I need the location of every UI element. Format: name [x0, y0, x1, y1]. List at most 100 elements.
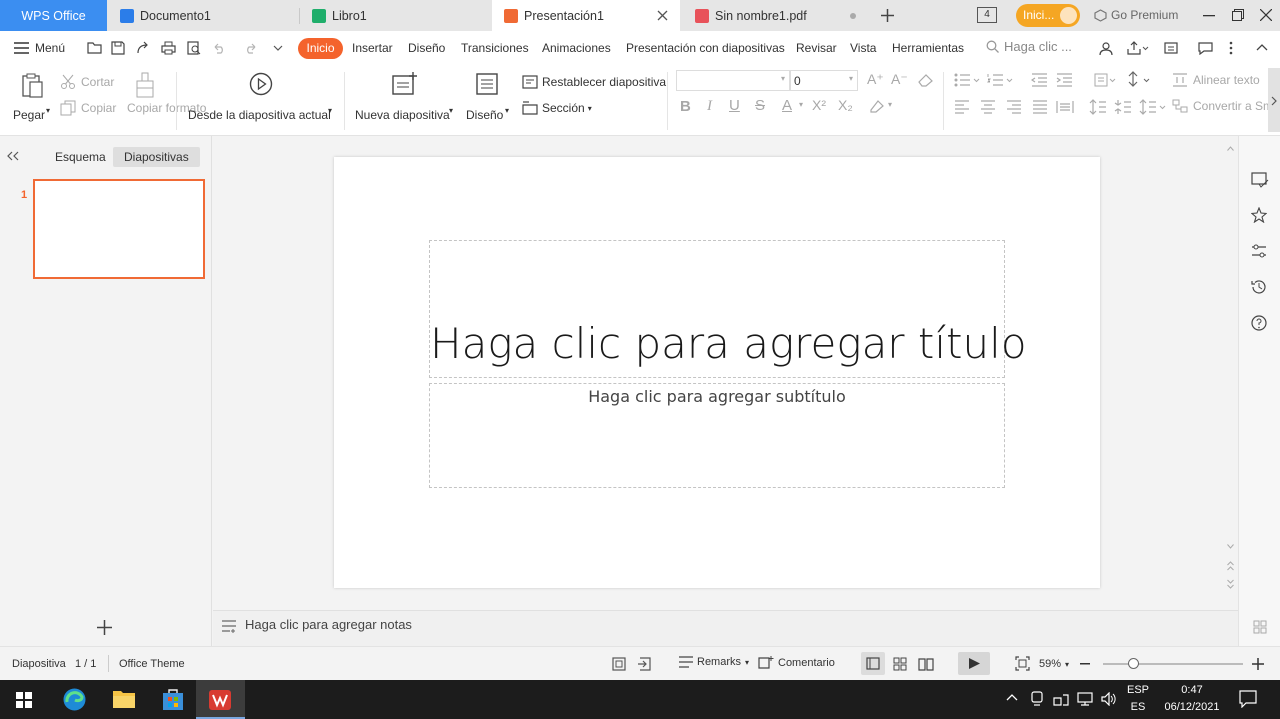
comment-button[interactable]: Comentario [758, 655, 835, 670]
superscript-icon[interactable]: X² [812, 97, 826, 113]
chevron-down-icon[interactable]: ▾ [888, 100, 892, 109]
main-menu-button[interactable]: Menú [14, 41, 65, 55]
add-slide-icon[interactable] [96, 619, 113, 636]
zoom-select[interactable]: 59% ▾ [1039, 658, 1069, 670]
font-color-icon[interactable]: A [782, 97, 792, 114]
cut-button[interactable]: Cortar [60, 74, 114, 90]
clock-date[interactable]: 06/12/2021 [1158, 701, 1226, 713]
settings-sliders-icon[interactable] [1251, 243, 1267, 259]
increase-font-icon[interactable]: A⁺ [867, 71, 884, 88]
previous-slide-icon[interactable] [1227, 560, 1234, 572]
close-tab-icon[interactable] [657, 10, 668, 21]
next-slide-icon[interactable] [1227, 578, 1234, 590]
tab-documento1[interactable]: Documento1 [108, 0, 298, 31]
slide-thumbnail[interactable] [33, 179, 205, 279]
onedrive-icon[interactable] [1053, 692, 1069, 706]
save-icon[interactable] [111, 41, 125, 55]
subtitle-placeholder[interactable]: Haga clic para agregar subtítulo [429, 383, 1005, 488]
language-indicator-bottom[interactable]: ES [1126, 701, 1150, 713]
format-painter-button[interactable]: Copiar formato [124, 72, 206, 132]
clock-time[interactable]: 0:47 [1158, 684, 1226, 696]
close-window-icon[interactable] [1260, 9, 1272, 21]
fit-slide-icon[interactable] [612, 657, 626, 671]
notes-pane[interactable]: Haga clic para agregar notas [213, 610, 1238, 646]
tray-expand-icon[interactable] [1006, 693, 1018, 701]
print-preview-icon[interactable] [187, 41, 201, 55]
collapse-ribbon-icon[interactable] [1256, 43, 1268, 51]
paste-button[interactable]: Pegar ▾ [12, 71, 54, 127]
section-button[interactable]: Sección ▾ [522, 101, 592, 115]
tab-insertar[interactable]: Insertar [352, 41, 393, 55]
remarks-button[interactable]: Remarks ▾ [678, 656, 749, 668]
export-icon[interactable] [136, 41, 150, 55]
share-user-icon[interactable] [1099, 41, 1114, 56]
tab-esquema[interactable]: Esquema [55, 150, 106, 164]
theme-name[interactable]: Office Theme [119, 658, 185, 670]
align-text-button[interactable]: Alinear texto [1172, 73, 1260, 87]
tab-vista[interactable]: Vista [850, 41, 876, 55]
zoom-out-icon[interactable] [1080, 663, 1090, 665]
ribbon-scroll-right[interactable] [1268, 68, 1280, 132]
tab-herramientas[interactable]: Herramientas [892, 41, 964, 55]
reset-slide-button[interactable]: Restablecer diapositiva [522, 75, 666, 89]
share-icon[interactable] [1127, 41, 1149, 55]
strikethrough-icon[interactable]: S [755, 97, 765, 114]
copy-button[interactable]: Copiar [60, 100, 116, 116]
protect-icon[interactable] [637, 657, 651, 671]
language-indicator-top[interactable]: ESP [1126, 684, 1150, 696]
notifications-icon[interactable] [1239, 690, 1257, 708]
zoom-in-icon[interactable] [1252, 658, 1264, 670]
slide-sorter-icon[interactable] [893, 657, 907, 671]
tab-transiciones[interactable]: Transiciones [461, 41, 529, 55]
numbered-list-icon[interactable] [987, 73, 1013, 87]
subscript-icon[interactable]: X₂ [838, 97, 853, 113]
highlight-icon[interactable] [869, 99, 887, 113]
search-box[interactable]: Haga clic ... [986, 39, 1072, 54]
normal-view-button[interactable] [861, 652, 885, 675]
play-slideshow-button[interactable] [958, 652, 990, 675]
open-folder-icon[interactable] [87, 41, 102, 54]
font-name-select[interactable]: ▾ [676, 70, 790, 91]
reading-view-icon[interactable] [918, 657, 934, 671]
tab-sin-nombre1-pdf[interactable]: Sin nombre1.pdf [683, 0, 871, 31]
sort-order-icon[interactable] [1128, 71, 1154, 88]
windows-start-icon[interactable] [16, 692, 32, 708]
eraser-icon[interactable] [918, 73, 934, 87]
minimize-icon[interactable] [1203, 15, 1215, 17]
volume-icon[interactable] [1101, 692, 1117, 706]
animation-star-icon[interactable] [1251, 207, 1267, 223]
paragraph-spacing-icon[interactable] [1114, 99, 1132, 115]
align-left-icon[interactable] [954, 100, 970, 114]
layout-button[interactable]: Diseño ▾ [465, 72, 515, 128]
distribute-icon[interactable] [1056, 100, 1074, 114]
new-tab-icon[interactable] [881, 9, 894, 22]
justify-icon[interactable] [1032, 100, 1048, 114]
scroll-up-icon[interactable] [1227, 146, 1234, 151]
store-icon[interactable] [161, 687, 185, 711]
meet-now-icon[interactable] [1030, 691, 1044, 707]
tab-inicio[interactable]: Inicio [298, 38, 343, 59]
fit-window-icon[interactable] [1015, 656, 1030, 671]
align-right-icon[interactable] [1006, 100, 1022, 114]
signin-button[interactable]: Inici... [1016, 4, 1080, 27]
title-placeholder[interactable]: Haga clic para agregar título [429, 240, 1027, 378]
new-slide-button[interactable]: Nueva diapositiva ▾ [354, 72, 456, 128]
bold-icon[interactable]: B [680, 98, 691, 115]
convert-smartart-button[interactable]: Convertir a Sm [1172, 99, 1273, 113]
bullet-list-icon[interactable] [954, 73, 980, 87]
vertical-scrollbar[interactable] [1223, 136, 1238, 610]
tab-libro1[interactable]: Libro1 [300, 0, 490, 31]
tab-presentacion-diapositivas[interactable]: Presentación con diapositivas [626, 41, 785, 55]
text-direction-icon[interactable] [1094, 73, 1118, 87]
restore-icon[interactable] [1232, 9, 1244, 21]
align-center-icon[interactable] [980, 100, 996, 114]
help-icon[interactable] [1251, 315, 1267, 331]
comment-icon[interactable] [1198, 42, 1213, 55]
taskbar-wps-button[interactable] [196, 680, 245, 719]
zoom-slider-thumb[interactable] [1128, 658, 1139, 669]
zoom-slider[interactable] [1103, 658, 1243, 669]
underline-icon[interactable]: U [729, 97, 740, 114]
italic-icon[interactable]: I [707, 98, 712, 115]
tab-diseno[interactable]: Diseño [408, 41, 445, 55]
scroll-down-icon[interactable] [1227, 544, 1234, 549]
